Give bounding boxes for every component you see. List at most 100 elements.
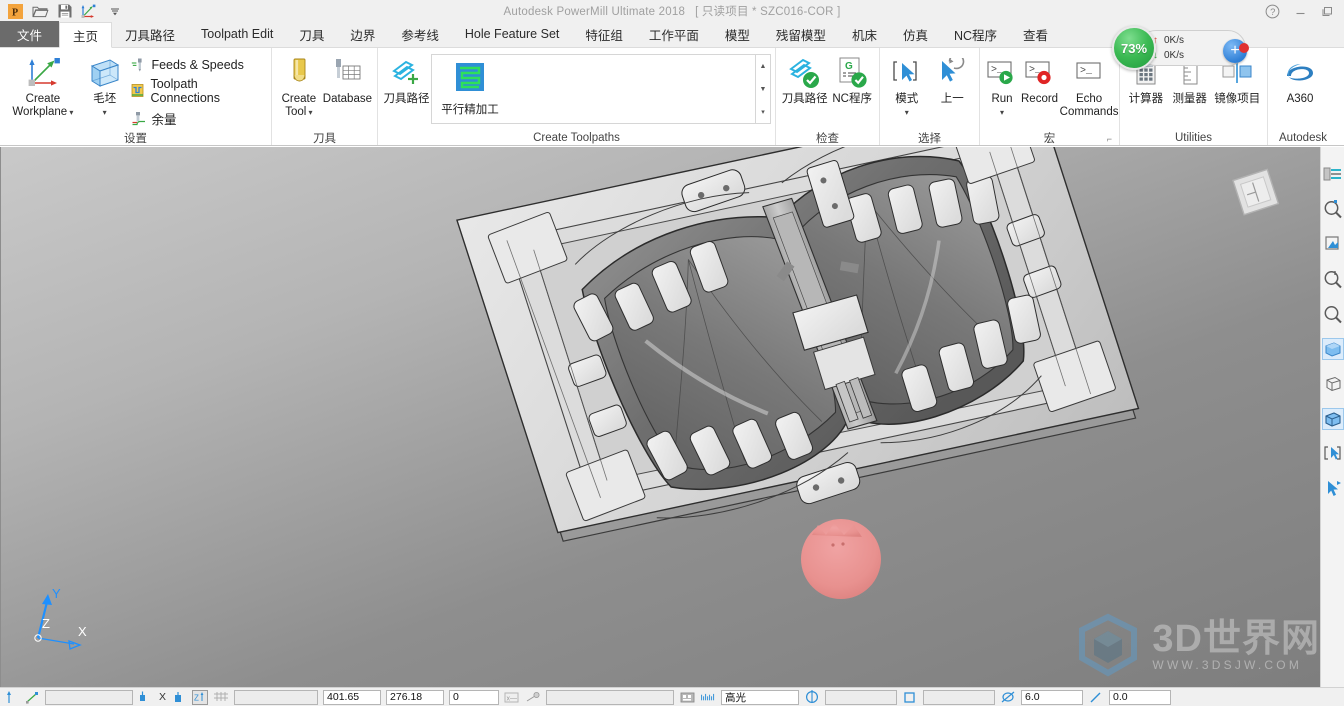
tolerance-field[interactable]: 0.0 <box>1109 689 1172 705</box>
create-workplane-button[interactable]: Create Workplane ▾ <box>4 53 82 121</box>
tab-simulation[interactable]: 仿真 <box>890 21 941 47</box>
select-previous-button[interactable]: 上一 <box>930 53 976 108</box>
tolerance-symbol-icon[interactable] <box>1088 690 1104 705</box>
machine-icon[interactable] <box>679 690 695 705</box>
coord-y-field[interactable]: 276.18 <box>386 689 445 705</box>
thickness-button[interactable]: 余量 <box>127 108 267 129</box>
thickness-field[interactable]: 6.0 <box>1021 689 1084 705</box>
tab-model[interactable]: 模型 <box>712 21 763 47</box>
workplane-up-icon[interactable] <box>3 690 19 705</box>
verify-ncprogram-label: NC程序 <box>832 93 872 105</box>
create-toolpath-button[interactable]: 刀具路径 <box>382 53 431 108</box>
block-button[interactable]: 毛坯 ▾ <box>82 53 128 121</box>
macro-dialog-launcher[interactable]: ⌐ <box>1107 134 1112 144</box>
wireframe-view-icon[interactable] <box>1322 373 1344 395</box>
tab-feature-group[interactable]: 特征组 <box>572 21 636 47</box>
cad-model[interactable] <box>0 147 1320 687</box>
tab-pattern[interactable]: 参考线 <box>388 21 452 47</box>
tab-view[interactable]: 查看 <box>1010 21 1061 47</box>
macro-run-button[interactable]: >_ Run ▾ <box>984 53 1020 121</box>
save-icon[interactable] <box>54 1 76 21</box>
tab-boundary[interactable]: 边界 <box>337 21 388 47</box>
ribbon-group-create-toolpaths: 刀具路径 平行精加工 ▲ ▼ ▾ Create Toolpaths <box>378 48 776 145</box>
grid-icon[interactable] <box>213 690 229 705</box>
create-tool-button[interactable]: Create Tool ▾ <box>276 53 322 121</box>
selected-region-highlight <box>801 519 881 599</box>
caret-down-icon[interactable]: ▾ <box>306 108 313 117</box>
entity-field[interactable] <box>546 689 675 705</box>
tool-diameter-icon[interactable] <box>804 690 820 705</box>
thickness-symbol-icon[interactable] <box>1000 690 1016 705</box>
lock-icon[interactable] <box>171 690 187 705</box>
gallery-expand[interactable]: ▾ <box>756 100 770 123</box>
zoom-in-icon[interactable] <box>1322 268 1344 290</box>
lock-z-icon[interactable]: Z <box>192 689 209 705</box>
tab-file[interactable]: 文件 <box>0 21 60 47</box>
sidebar-view-panel-icon[interactable] <box>1322 163 1344 185</box>
watermark-logo-icon <box>1079 613 1138 677</box>
qat-dropdown-icon[interactable] <box>104 1 126 21</box>
length-field[interactable] <box>923 689 996 705</box>
app-logo-icon[interactable]: P <box>4 1 26 21</box>
zoom-fit-icon[interactable] <box>1322 198 1344 220</box>
feature-field[interactable] <box>234 689 319 705</box>
tab-toolpath-edit[interactable]: Toolpath Edit <box>188 21 286 47</box>
tab-tool[interactable]: 刀具 <box>286 21 337 47</box>
workplane-name-field[interactable] <box>45 689 133 705</box>
select-arrow-icon[interactable] <box>1322 478 1344 500</box>
a360-button[interactable]: A360 <box>1272 53 1328 108</box>
caret-down-icon[interactable]: ▾ <box>67 108 73 117</box>
tab-stock-model[interactable]: 残留模型 <box>763 21 839 47</box>
ruler-icon[interactable] <box>700 690 716 705</box>
diameter-field[interactable] <box>825 689 898 705</box>
select-previous-icon <box>935 55 969 91</box>
ribbon-group-setup: Create Workplane ▾ 毛坯 ▾ Feeds & Speeds T… <box>0 48 272 145</box>
coord-x-field[interactable]: 401.65 <box>323 689 382 705</box>
lock-x-icon[interactable] <box>138 690 154 705</box>
macro-echo-button[interactable]: >_ Echo Commands <box>1059 53 1119 121</box>
network-percent-badge[interactable]: 73% <box>1112 26 1156 70</box>
macro-record-button[interactable]: >_ Record <box>1020 53 1059 108</box>
caret-down-icon[interactable]: ▾ <box>905 108 909 117</box>
view-cube[interactable] <box>1226 164 1286 227</box>
zoom-out-icon[interactable] <box>1322 303 1344 325</box>
zoom-window-icon[interactable] <box>1322 233 1344 255</box>
toolpath-connections-button[interactable]: Toolpath Connections <box>127 76 267 106</box>
gallery-scroll-down[interactable]: ▼ <box>756 78 770 101</box>
verify-toolpath-button[interactable]: 刀具路径 <box>780 53 829 108</box>
gallery-scrollbar[interactable]: ▲ ▼ ▾ <box>756 54 771 124</box>
tab-nc-program[interactable]: NC程序 <box>941 21 1010 47</box>
tool-database-button[interactable]: Database <box>322 53 373 108</box>
select-mode-button[interactable]: 模式 ▾ <box>884 53 930 121</box>
caret-down-icon[interactable]: ▾ <box>103 108 107 117</box>
open-icon[interactable] <box>29 1 51 21</box>
tab-workplane[interactable]: 工作平面 <box>636 21 712 47</box>
square-icon[interactable] <box>902 690 918 705</box>
tab-toolpath[interactable]: 刀具路径 <box>112 21 188 47</box>
workplane-icon[interactable] <box>79 1 101 21</box>
toolpath-verify-icon <box>788 55 822 91</box>
tab-home[interactable]: 主页 <box>59 22 113 48</box>
tab-hole-feature-set[interactable]: Hole Feature Set <box>452 21 573 47</box>
feeds-speeds-button[interactable]: Feeds & Speeds <box>127 55 267 74</box>
gallery-item-raster-finishing[interactable]: 平行精加工 <box>436 59 504 119</box>
restore-button[interactable] <box>1321 5 1334 18</box>
minimize-button[interactable] <box>1294 5 1307 18</box>
xscale-icon[interactable]: x— <box>504 690 520 705</box>
point-icon[interactable] <box>525 690 541 705</box>
coord-z-field[interactable]: 0 <box>449 689 500 705</box>
network-speed-widget[interactable]: ↑ 0K/s ↓ 0K/s + 73% <box>1112 26 1249 70</box>
tool-name-field[interactable]: 高光 <box>721 689 800 705</box>
help-icon[interactable]: ? <box>1265 4 1280 19</box>
shaded-view-icon[interactable] <box>1321 338 1344 360</box>
gallery-scroll-up[interactable]: ▲ <box>756 55 770 78</box>
select-box-icon[interactable] <box>1322 443 1344 465</box>
network-add-button[interactable]: + <box>1223 39 1249 63</box>
tab-machine-tool[interactable]: 机床 <box>839 21 890 47</box>
raster-finishing-icon <box>453 61 487 100</box>
workplane-axes-icon[interactable] <box>24 690 40 705</box>
shaded-wireframe-icon[interactable] <box>1321 408 1344 430</box>
caret-down-icon[interactable]: ▾ <box>1000 108 1004 117</box>
3d-viewport[interactable]: Y X Z 3D世界网 WWW.3DSJW.COM <box>0 147 1320 687</box>
verify-ncprogram-button[interactable]: G NC程序 <box>829 53 875 108</box>
